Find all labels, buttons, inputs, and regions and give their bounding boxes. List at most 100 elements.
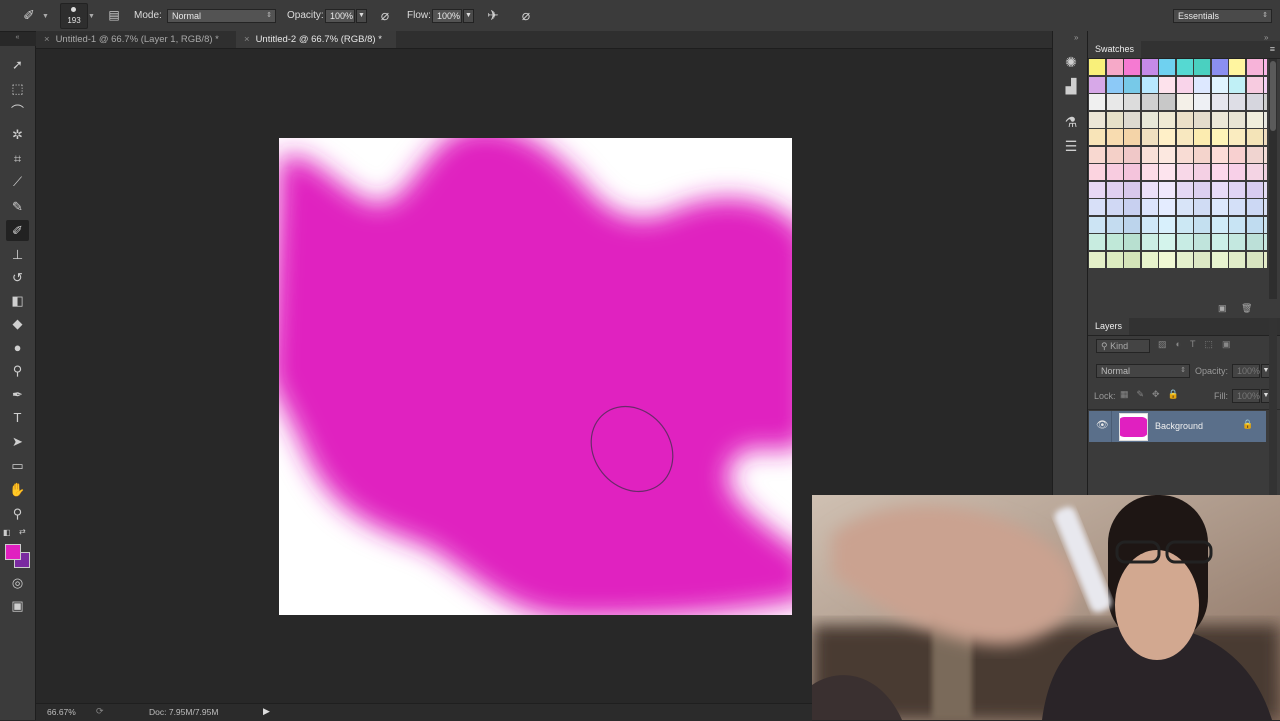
swatch[interactable] [1211, 251, 1228, 268]
swatch[interactable] [1264, 111, 1267, 128]
flow-slider-toggle[interactable]: ▼ [463, 9, 474, 23]
swatch[interactable] [1106, 129, 1123, 145]
swatch[interactable] [1246, 129, 1263, 145]
chevron-down-icon[interactable]: ▼ [42, 13, 50, 20]
swatch[interactable] [1229, 251, 1245, 268]
swatch[interactable] [1229, 234, 1245, 250]
foreground-color-swatch[interactable] [5, 544, 21, 560]
fill-input[interactable]: 100% [1232, 389, 1260, 403]
swatch[interactable] [1211, 76, 1228, 93]
swatch[interactable] [1089, 251, 1105, 268]
swatch[interactable] [1176, 181, 1193, 198]
navigator-icon[interactable]: ✺ [1060, 52, 1082, 74]
swatch[interactable] [1246, 111, 1263, 128]
brush-tool-icon[interactable]: ✐ [6, 220, 29, 241]
opacity-input[interactable]: 100% [325, 9, 355, 23]
swatch[interactable] [1106, 251, 1123, 268]
trash-icon[interactable]: 🗑 [1241, 303, 1252, 314]
swatch[interactable] [1106, 216, 1123, 233]
screen-mode-icon[interactable]: ▣ [6, 595, 29, 616]
eraser-tool-icon[interactable]: ◧ [6, 290, 29, 311]
flow-input[interactable]: 100% [432, 9, 462, 23]
swatch[interactable] [1159, 129, 1175, 145]
swatch[interactable] [1194, 199, 1210, 215]
swatch[interactable] [1089, 76, 1105, 93]
pressure-opacity-icon[interactable]: ⌀ [375, 5, 395, 25]
swatch[interactable] [1141, 76, 1158, 93]
eye-icon[interactable]: 👁 [1096, 420, 1109, 431]
swatch[interactable] [1194, 76, 1210, 93]
swatch[interactable] [1089, 111, 1105, 128]
swatch[interactable] [1211, 146, 1228, 163]
healing-brush-tool-icon[interactable]: ✎ [6, 196, 29, 217]
swatch[interactable] [1211, 181, 1228, 198]
swatch[interactable] [1176, 199, 1193, 215]
swatch[interactable] [1246, 251, 1263, 268]
swatch[interactable] [1229, 199, 1245, 215]
swatch[interactable] [1159, 111, 1175, 128]
swatch[interactable] [1246, 216, 1263, 233]
swatch[interactable] [1141, 59, 1158, 75]
swatch[interactable] [1159, 59, 1175, 75]
swatch[interactable] [1211, 216, 1228, 233]
blend-mode-select[interactable]: Normal ⇕ [1096, 364, 1190, 378]
swatch[interactable] [1229, 94, 1245, 110]
histogram-icon[interactable]: ▟ [1060, 76, 1082, 98]
swatch[interactable] [1089, 164, 1105, 180]
swatch[interactable] [1194, 181, 1210, 198]
swatch[interactable] [1229, 216, 1245, 233]
swatch[interactable] [1106, 181, 1123, 198]
swatch[interactable] [1159, 199, 1175, 215]
swatch[interactable] [1159, 216, 1175, 233]
swatch[interactable] [1141, 181, 1158, 198]
swatch[interactable] [1264, 251, 1267, 268]
swatch[interactable] [1211, 59, 1228, 75]
swatch[interactable] [1141, 199, 1158, 215]
swatches-scrollbar[interactable] [1269, 59, 1277, 299]
swatch[interactable] [1089, 181, 1105, 198]
brush-panel-toggle-icon[interactable]: ▤ [104, 5, 124, 25]
eyedropper-tool-icon[interactable]: ⟋ [6, 171, 29, 192]
swatch[interactable] [1159, 76, 1175, 93]
pressure-size-icon[interactable]: ⌀ [515, 5, 537, 25]
workspace-select[interactable]: Essentials ⇕ [1173, 9, 1272, 23]
swatch[interactable] [1246, 199, 1263, 215]
swatch[interactable] [1141, 94, 1158, 110]
swatch[interactable] [1159, 164, 1175, 180]
layer-filter-select[interactable]: ⚲ Kind [1096, 339, 1150, 353]
swatch[interactable] [1176, 146, 1193, 163]
swatch[interactable] [1229, 76, 1245, 93]
swatch[interactable] [1229, 146, 1245, 163]
swatch[interactable] [1124, 234, 1140, 250]
swatch[interactable] [1089, 146, 1105, 163]
swatch[interactable] [1176, 216, 1193, 233]
quick-select-tool-icon[interactable]: ✲ [6, 124, 29, 145]
swatch[interactable] [1141, 111, 1158, 128]
swatch[interactable] [1264, 216, 1267, 233]
swatch[interactable] [1106, 146, 1123, 163]
swatch[interactable] [1124, 216, 1140, 233]
tool-presets-icon[interactable]: ⚗ [1060, 112, 1082, 134]
swatch[interactable] [1141, 251, 1158, 268]
swatch[interactable] [1141, 216, 1158, 233]
layers-scrollbar[interactable] [1269, 318, 1277, 496]
marquee-tool-icon[interactable]: ⬚ [6, 78, 29, 99]
swatch[interactable] [1106, 59, 1123, 75]
tab-untitled-1[interactable]: × Untitled-1 @ 66.7% (Layer 1, RGB/8) * [36, 31, 236, 48]
brush-tool-preset-icon[interactable]: ✐ [18, 5, 40, 25]
zoom-level[interactable]: 66.67% [47, 707, 76, 717]
close-icon[interactable]: × [244, 34, 250, 45]
swatch[interactable] [1176, 94, 1193, 110]
layer-filter-icons[interactable]: ▨◐T⬚▣ [1158, 339, 1239, 350]
swatch[interactable] [1089, 216, 1105, 233]
share-icon[interactable]: ⟳ [96, 706, 104, 717]
swatch[interactable] [1106, 199, 1123, 215]
swatch[interactable] [1194, 129, 1210, 145]
swatch[interactable] [1246, 76, 1263, 93]
crop-tool-icon[interactable]: ⌗ [6, 148, 29, 169]
swatch[interactable] [1246, 59, 1263, 75]
lock-icon[interactable]: 🔒 [1242, 419, 1253, 430]
brush-size-picker[interactable]: 193 [60, 3, 88, 29]
swatch[interactable] [1264, 59, 1267, 75]
swatch[interactable] [1176, 59, 1193, 75]
